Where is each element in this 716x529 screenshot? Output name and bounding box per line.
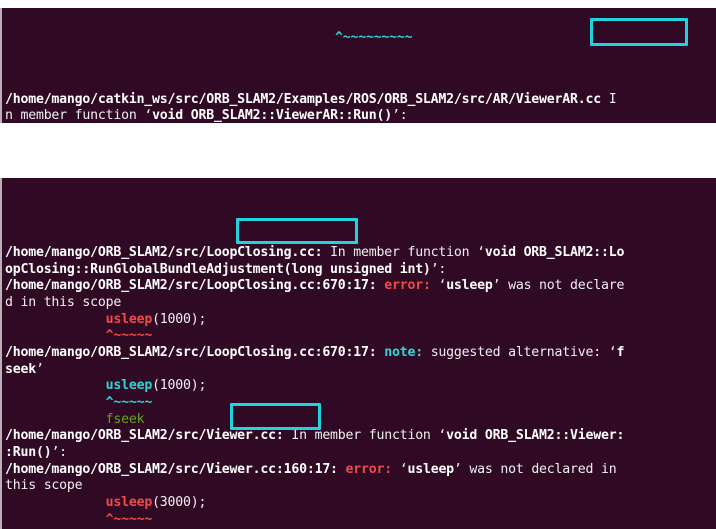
terminal-text-suggestion: fseek — [105, 411, 145, 427]
terminal-text-plain: In member function — [322, 244, 478, 260]
terminal-text-plain: ’: — [430, 261, 447, 277]
terminal-line: fseek — [2, 412, 716, 429]
terminal-text-bold: void ORB_SLAM2::Lo — [484, 244, 625, 260]
terminal-line: opClosing::RunGlobalBundleAdjustment(lon… — [2, 262, 716, 279]
terminal-text-note: note: — [384, 344, 431, 360]
terminal-line: usleep(1000); — [2, 378, 716, 395]
terminal-text-plain — [5, 312, 106, 327]
terminal-text-plain: (1000); — [152, 311, 207, 327]
terminal-text-bold: f — [616, 344, 625, 360]
terminal-text-plain: d in this scope — [5, 294, 122, 310]
terminal-text-bold: seek — [5, 361, 36, 377]
terminal-text-bold: opClosing::RunGlobalBundleAdjustment(lon… — [5, 261, 431, 277]
terminal-text-error: error: — [384, 278, 439, 294]
terminal-line: ^~~~~~ — [2, 512, 716, 529]
terminal-line: this scope — [2, 478, 716, 495]
terminal-output-top: ^~~~~~~~~~ /home/mango/catkin_ws/src/ORB… — [2, 30, 716, 123]
caret-marker-clipped: ^~~~~~~~~~ — [335, 30, 413, 46]
terminal-text-plain: ‘ — [438, 428, 447, 444]
terminal-line: ^~~~~~ — [2, 395, 716, 412]
terminal-panel-top[interactable]: ^~~~~~~~~~ /home/mango/catkin_ws/src/ORB… — [0, 8, 716, 123]
terminal-text-path: /home/mango/ORB_SLAM2/src/LoopClosing.cc… — [5, 244, 323, 260]
top-white-margin — [0, 0, 716, 8]
terminal-line: /home/mango/ORB_SLAM2/src/Viewer.cc: In … — [2, 428, 716, 445]
terminal-text-plain: ‘ — [477, 244, 485, 260]
terminal-line: seek’ — [2, 362, 716, 379]
terminal-line: /home/mango/ORB_SLAM2/src/LoopClosing.cc… — [2, 345, 716, 362]
terminal-line: /home/mango/catkin_ws/src/ORB_SLAM2/Exam… — [2, 92, 716, 109]
terminal-text-plain: this scope — [5, 478, 83, 494]
terminal-text-plain — [5, 328, 106, 343]
terminal-text-bold: :Run() — [5, 445, 52, 461]
terminal-text-plain: I — [600, 91, 617, 107]
terminal-text-plain: In member function — [283, 428, 439, 444]
terminal-line: usleep(3000); — [2, 495, 716, 512]
terminal-text-path: /home/mango/ORB_SLAM2/src/LoopClosing.cc… — [5, 344, 385, 360]
terminal-text-plain: suggested alternative: — [430, 344, 609, 360]
terminal-text-path: /home/mango/ORB_SLAM2/src/Viewer.cc: — [5, 428, 284, 444]
terminal-line: /home/mango/ORB_SLAM2/src/LoopClosing.cc… — [2, 245, 716, 262]
terminal-line: d in this scope — [2, 295, 716, 312]
terminal-output-bottom: /home/mango/ORB_SLAM2/src/LoopClosing.cc… — [2, 211, 716, 529]
terminal-text-plain: ’ — [35, 361, 44, 377]
terminal-text-plain: ’: — [51, 445, 67, 461]
terminal-text-error: usleep — [105, 311, 153, 327]
terminal-line: n member function ‘void ORB_SLAM2::Viewe… — [2, 108, 716, 123]
terminal-text-note: usleep — [105, 378, 153, 394]
terminal-text-plain — [5, 512, 106, 527]
terminal-line: usleep(1000); — [2, 312, 716, 329]
terminal-line: :Run()’: — [2, 445, 716, 462]
terminal-text-plain — [5, 395, 106, 410]
terminal-text-bold: usleep — [446, 278, 493, 294]
terminal-text-plain: ’: — [392, 108, 408, 123]
terminal-text-plain — [5, 378, 106, 393]
terminal-text-plain: (3000); — [152, 495, 207, 511]
terminal-text-bold: void ORB_SLAM2::Viewer: — [446, 428, 625, 444]
terminal-text-caret-red: ^~~~~~ — [105, 511, 153, 527]
terminal-text-path: /home/mango/ORB_SLAM2/src/LoopClosing.cc… — [5, 278, 385, 294]
terminal-text-plain: ’ was not declare — [492, 278, 625, 294]
terminal-text-plain: ‘ — [144, 108, 153, 123]
terminal-text-caret-red: ^~~~~~ — [105, 328, 153, 344]
terminal-text-plain — [5, 495, 106, 510]
terminal-text-path: /home/mango/ORB_SLAM2/src/Viewer.cc:160:… — [5, 461, 346, 477]
terminal-line: /home/mango/ORB_SLAM2/src/Viewer.cc:160:… — [2, 462, 716, 479]
terminal-text-path: /home/mango/catkin_ws/src/ORB_SLAM2/Exam… — [5, 91, 601, 107]
terminal-text-bold: void ORB_SLAM2::ViewerAR::Run() — [152, 108, 392, 123]
terminal-text-plain: ’ was not declared in — [453, 461, 617, 477]
terminal-text-plain: (1000); — [152, 378, 207, 394]
terminal-text-bold: usleep — [407, 461, 454, 477]
terminal-text-plain — [5, 412, 106, 427]
terminal-text-error: usleep — [105, 495, 153, 511]
terminal-text-caret-cyan: ^~~~~~ — [105, 395, 153, 410]
panel-separator-gap — [0, 123, 716, 178]
terminal-panel-bottom[interactable]: /home/mango/ORB_SLAM2/src/LoopClosing.cc… — [0, 178, 716, 529]
terminal-lines-top: /home/mango/catkin_ws/src/ORB_SLAM2/Exam… — [2, 92, 716, 123]
terminal-line: ^~~~~~ — [2, 328, 716, 345]
terminal-text-error: error: — [345, 461, 400, 477]
terminal-lines-bottom: /home/mango/ORB_SLAM2/src/LoopClosing.cc… — [2, 245, 716, 529]
terminal-text-plain: n member function — [5, 108, 145, 123]
terminal-line: /home/mango/ORB_SLAM2/src/LoopClosing.cc… — [2, 278, 716, 295]
